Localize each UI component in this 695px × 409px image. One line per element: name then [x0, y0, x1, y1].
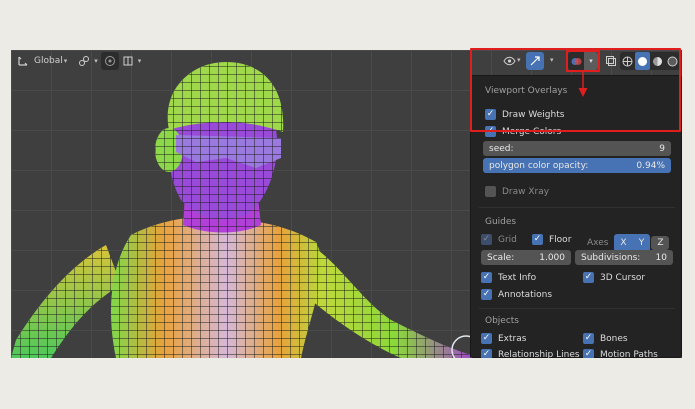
- extras-checkbox[interactable]: ✓: [481, 333, 492, 344]
- bones-label: Bones: [600, 333, 628, 344]
- annotations-row[interactable]: ✓ Annotations: [481, 289, 552, 300]
- polygon-opacity-label: polygon color opacity:: [489, 160, 589, 171]
- 3d-cursor-label: 3D Cursor: [600, 272, 646, 283]
- chevron-down-icon[interactable]: ▾: [138, 57, 142, 65]
- draw-xray-label: Draw Xray: [502, 186, 550, 197]
- divider: [479, 207, 675, 208]
- subdivisions-label: Subdivisions:: [581, 252, 641, 263]
- 3d-cursor-checkbox[interactable]: ✓: [583, 272, 594, 283]
- grid-checkbox[interactable]: ✓: [481, 234, 492, 245]
- subdivisions-value: 10: [655, 252, 667, 263]
- text-info-checkbox[interactable]: ✓: [481, 272, 492, 283]
- axis-z-button[interactable]: Z: [651, 236, 670, 250]
- relationship-lines-row[interactable]: ✓ Relationship Lines: [481, 349, 580, 358]
- orientation-label: Global: [34, 56, 63, 66]
- custom-overlay-settings-highlight: [470, 48, 681, 132]
- bones-checkbox[interactable]: ✓: [583, 333, 594, 344]
- seed-label: seed:: [489, 143, 514, 154]
- subdivisions-field[interactable]: Subdivisions: 10: [575, 250, 673, 265]
- extras-label: Extras: [498, 333, 527, 344]
- chevron-down-icon[interactable]: ▾: [94, 57, 98, 65]
- text-info-label: Text Info: [498, 272, 537, 283]
- text-info-row[interactable]: ✓ Text Info: [481, 272, 536, 283]
- axis-x-button[interactable]: X: [614, 236, 632, 250]
- axis-y-button[interactable]: Y: [632, 236, 650, 250]
- objects-title: Objects: [485, 316, 520, 326]
- polygon-opacity-slider[interactable]: polygon color opacity: 0.94%: [483, 158, 671, 173]
- motion-paths-checkbox[interactable]: ✓: [583, 349, 594, 358]
- snap-icon[interactable]: [119, 52, 137, 70]
- polygon-opacity-value: 0.94%: [636, 160, 665, 171]
- relationship-lines-checkbox[interactable]: ✓: [481, 349, 492, 358]
- grid-row[interactable]: ✓ Grid: [481, 234, 517, 245]
- orientation-dropdown[interactable]: Global ▾: [34, 52, 67, 70]
- relationship-lines-label: Relationship Lines: [498, 349, 580, 359]
- annotations-checkbox[interactable]: ✓: [481, 289, 492, 300]
- scale-field[interactable]: Scale: 1.000: [481, 250, 571, 265]
- seed-value: 9: [659, 143, 665, 154]
- 3d-cursor-row[interactable]: ✓ 3D Cursor: [583, 272, 645, 283]
- proportional-icon[interactable]: [101, 52, 119, 70]
- extras-row[interactable]: ✓ Extras: [481, 333, 526, 344]
- divider: [479, 308, 675, 309]
- scale-value: 1.000: [539, 252, 565, 263]
- guides-title: Guides: [485, 217, 517, 227]
- motion-paths-label: Motion Paths: [600, 349, 658, 359]
- transform-axes-icon[interactable]: [14, 52, 32, 70]
- chevron-down-icon: ▾: [63, 57, 68, 65]
- grid-label: Grid: [498, 234, 517, 245]
- draw-xray-row[interactable]: Draw Xray: [485, 186, 549, 197]
- scale-label: Scale:: [487, 252, 515, 263]
- floor-label: Floor: [549, 234, 572, 245]
- axes-label: Axes: [587, 238, 609, 248]
- floor-checkbox[interactable]: ✓: [532, 234, 543, 245]
- seed-field[interactable]: seed: 9: [483, 141, 671, 156]
- proportional-edit-group: [100, 52, 119, 70]
- motion-paths-row[interactable]: ✓ Motion Paths: [583, 349, 658, 358]
- bones-row[interactable]: ✓ Bones: [583, 333, 628, 344]
- draw-xray-checkbox[interactable]: [485, 186, 496, 197]
- link-icon[interactable]: [75, 52, 93, 70]
- floor-row[interactable]: ✓ Floor: [532, 234, 571, 245]
- annotations-label: Annotations: [498, 289, 553, 300]
